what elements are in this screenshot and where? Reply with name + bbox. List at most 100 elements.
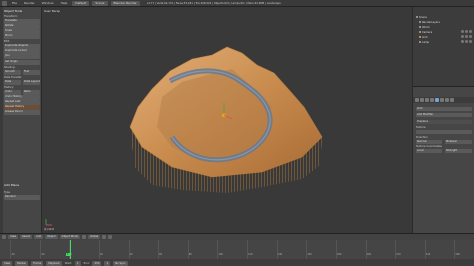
frame-menu[interactable]: Frame <box>31 260 44 266</box>
scene-stats: v2.77 | Verts:62,172 | Faces:53,261 | Tr… <box>146 1 281 5</box>
strength-field[interactable]: Strength <box>445 149 472 153</box>
set-origin-button[interactable]: Set Origin <box>4 60 40 65</box>
menu-window[interactable]: Window <box>40 1 56 5</box>
world-tab-icon[interactable] <box>425 98 429 102</box>
outliner-row-scene[interactable]: Scene <box>416 15 427 19</box>
duplicate-linked-button[interactable]: Duplicate Linked <box>4 49 40 54</box>
history-label: History: <box>4 86 14 89</box>
terrain-mesh[interactable] <box>42 7 412 233</box>
render-engine-selector[interactable]: Blender Render <box>110 0 140 6</box>
duplicate-objects-button[interactable]: Duplicate Objects <box>4 44 40 49</box>
object-tab-icon[interactable] <box>430 98 434 102</box>
mirror-button[interactable]: Mirror <box>4 34 40 39</box>
3d-viewport[interactable]: User Persp (1) Grid <box>42 7 412 233</box>
outliner-row-lamp[interactable]: Lamp <box>419 40 429 44</box>
direction-select[interactable]: Normal <box>416 140 442 144</box>
modifier-name-field[interactable]: Displace <box>416 120 472 124</box>
start-label: Start: <box>64 261 73 265</box>
outliner-row-renderlayers[interactable]: RenderLayers <box>419 20 440 24</box>
smooth-button[interactable]: Smooth <box>4 70 21 75</box>
object-name-field[interactable]: Grid <box>416 107 472 111</box>
editor-type-icon[interactable] <box>2 235 6 239</box>
top-info-bar: File Render Window Help Default Scene Bl… <box>0 0 474 7</box>
visibility-toggles[interactable] <box>461 40 473 43</box>
scene-selector[interactable]: Scene <box>92 0 108 6</box>
mode-select[interactable]: Object Mode <box>59 234 80 240</box>
menu-help[interactable]: Help <box>59 1 70 5</box>
modifier-tab-icon[interactable] <box>435 98 439 102</box>
flat-button[interactable]: Flat <box>23 70 40 75</box>
camera-icon <box>419 31 421 33</box>
undo-button[interactable]: Undo <box>4 90 21 95</box>
texture-coords-select[interactable]: Local <box>416 149 442 153</box>
outliner-row-camera[interactable]: Camera <box>419 30 432 34</box>
data-button[interactable]: Data <box>4 80 21 85</box>
timeline-tick <box>217 240 219 259</box>
outliner-row-grid[interactable]: Grid <box>419 35 427 39</box>
type-label: Type <box>4 191 10 194</box>
grease-pencil-button[interactable]: Grease Pencil <box>4 110 40 115</box>
end-frame-field[interactable]: 250 <box>92 260 102 266</box>
pivot-select[interactable]: Global <box>88 234 101 240</box>
texture-tab-icon[interactable] <box>450 98 454 102</box>
timeline-tick-label: 120 <box>248 253 253 256</box>
layout-selector[interactable]: Default <box>72 0 90 6</box>
scale-button[interactable]: Scale <box>4 29 40 34</box>
shading-icon[interactable] <box>82 235 86 239</box>
outliner[interactable]: Scene RenderLayers World Camera Grid Lam… <box>413 7 474 87</box>
undo-history-button[interactable]: Undo History <box>4 95 40 100</box>
repeat-history-button[interactable]: Repeat History <box>4 105 40 110</box>
editor-type-icon[interactable] <box>2 0 7 6</box>
properties-tabs[interactable] <box>413 97 474 103</box>
texture-field[interactable] <box>416 130 472 134</box>
scene-tab-icon[interactable] <box>420 98 424 102</box>
timeline[interactable]: -40 -20 0 20 40 60 80 100 120 140 160 180 200 220 240 2… <box>0 240 474 259</box>
data-layout-button[interactable]: Data Layout <box>23 80 40 85</box>
active-object-label: (1) Grid <box>44 228 54 231</box>
start-frame-field[interactable]: 1 <box>75 260 81 266</box>
join-button[interactable]: Join <box>4 54 40 59</box>
current-frame-field[interactable]: 1 <box>104 260 111 266</box>
visibility-toggles[interactable] <box>461 35 473 38</box>
layers-icon[interactable] <box>108 235 113 239</box>
playback-menu[interactable]: Playback <box>46 260 62 266</box>
timeline-tick <box>39 240 41 259</box>
scene-icon <box>416 16 418 18</box>
sync-select[interactable]: No Sync <box>113 260 128 266</box>
world-icon <box>419 26 421 28</box>
timeline-tick <box>247 240 248 259</box>
timeline-tick <box>365 240 367 259</box>
add-menu[interactable]: Add <box>34 234 44 240</box>
rotate-button[interactable]: Rotate <box>4 24 40 29</box>
select-menu[interactable]: Select <box>20 234 33 240</box>
object-tools-title: Object Tools <box>4 9 23 13</box>
timeline-tick <box>98 240 100 259</box>
add-plane-title[interactable]: Add Plane <box>4 183 19 187</box>
playhead[interactable] <box>70 240 71 259</box>
view-menu[interactable]: View <box>8 234 19 240</box>
timeline-tick-label: 220 <box>396 253 401 256</box>
menu-file[interactable]: File <box>10 1 19 5</box>
object-menu[interactable]: Object <box>45 234 58 240</box>
timeline-view-menu[interactable]: View <box>2 260 13 266</box>
render-tab-icon[interactable] <box>415 98 419 102</box>
midlevel-field[interactable]: Midlevel <box>445 140 472 144</box>
repeat-last-button[interactable]: Repeat Last <box>4 100 40 105</box>
translate-button[interactable]: Translate <box>4 19 40 24</box>
redo-button[interactable]: Redo <box>23 90 40 95</box>
type-select[interactable]: Random <box>4 195 40 200</box>
timeline-tick <box>335 240 337 259</box>
outliner-row-world[interactable]: World <box>419 25 429 29</box>
visibility-toggles[interactable] <box>461 30 473 33</box>
snap-icon[interactable] <box>102 235 107 239</box>
menu-render[interactable]: Render <box>22 1 37 5</box>
marker-menu[interactable]: Marker <box>15 260 29 266</box>
data-tab-icon[interactable] <box>440 98 444 102</box>
material-tab-icon[interactable] <box>445 98 449 102</box>
timeline-tick <box>10 240 11 259</box>
transform-label: Transform: <box>4 15 18 18</box>
add-modifier-button[interactable]: Add Modifier <box>416 113 472 117</box>
tool-shelf-tabs[interactable] <box>0 7 3 233</box>
end-label: End: <box>83 261 90 265</box>
texture-coords-label: Texture Coordinates <box>416 145 442 148</box>
